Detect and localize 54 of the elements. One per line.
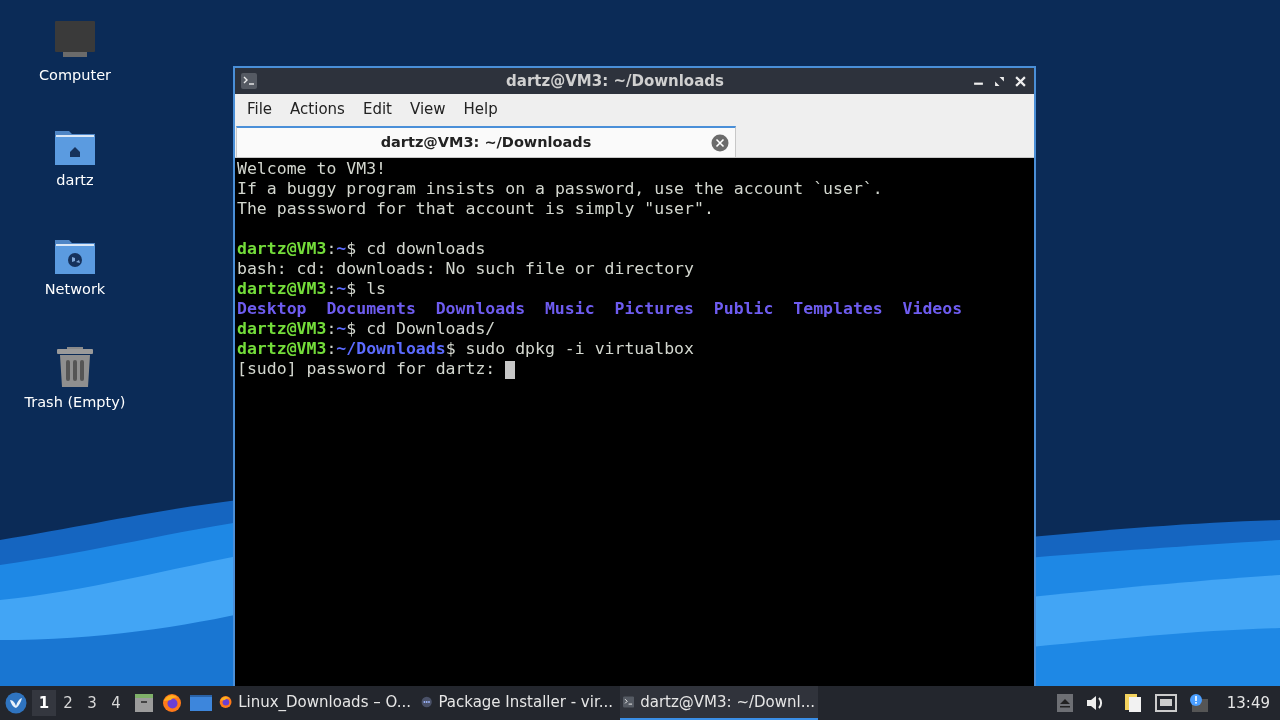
menu-item[interactable]: Edit bbox=[353, 97, 401, 121]
menu-item[interactable]: Help bbox=[454, 97, 507, 121]
volume-icon[interactable] bbox=[1084, 694, 1105, 712]
network-folder-icon[interactable] bbox=[55, 238, 95, 274]
maximize-icon[interactable] bbox=[994, 75, 1005, 87]
workspace-button[interactable]: 2 bbox=[56, 690, 80, 716]
directory-name: Documents bbox=[326, 299, 416, 319]
close-icon[interactable] bbox=[1015, 75, 1026, 87]
workspace-button[interactable]: 3 bbox=[80, 690, 104, 716]
menu-item[interactable]: File bbox=[238, 97, 282, 121]
directory-name: Music bbox=[544, 299, 595, 319]
terminal-line: dartz@VM3:~$ cd downloads bbox=[237, 239, 487, 259]
home-folder-icon[interactable] bbox=[55, 129, 95, 165]
text-cursor bbox=[505, 360, 516, 379]
desktop-icon-label[interactable]: Trash (Empty) bbox=[24, 393, 126, 412]
directory-name: Pictures bbox=[614, 299, 694, 319]
taskbar-task[interactable]: dartz@VM3: ~/Downl... bbox=[620, 686, 818, 720]
directory-name: Downloads bbox=[435, 299, 526, 319]
menu-item[interactable]: View bbox=[400, 97, 455, 121]
monitor-icon[interactable] bbox=[55, 20, 95, 60]
terminal-line: Welcome to VM3! bbox=[237, 159, 387, 179]
clipboard-icon[interactable] bbox=[1122, 693, 1143, 713]
file-cabinet-icon[interactable] bbox=[134, 693, 154, 713]
window-icon[interactable] bbox=[190, 694, 212, 712]
start-menu-icon[interactable] bbox=[5, 692, 27, 714]
terminal-line: dartz@VM3:~$ ls bbox=[237, 279, 388, 299]
terminal-line: The passsword for that account is simply "user". bbox=[237, 199, 715, 219]
terminal-line: dartz@VM3:~/Downloads$ sudo dpkg -i virtualbox bbox=[237, 339, 695, 359]
desktop-icon-label[interactable]: dartz bbox=[56, 171, 94, 190]
directory-name: Public bbox=[713, 299, 774, 319]
directory-name: Templates bbox=[793, 299, 883, 319]
workspace-button[interactable]: 4 bbox=[104, 690, 128, 716]
terminal-tab[interactable]: dartz@VM3: ~/Downloads bbox=[236, 126, 736, 157]
close-tab-icon[interactable] bbox=[711, 134, 729, 152]
window-title: dartz@VM3: ~/Downloads bbox=[505, 70, 725, 92]
clock[interactable]: 13:49 bbox=[1226, 691, 1270, 715]
menu-item[interactable]: Actions bbox=[281, 97, 354, 121]
browser-icon[interactable] bbox=[162, 693, 182, 713]
directory-name: Videos bbox=[902, 299, 963, 319]
taskbar-task[interactable]: Linux_Downloads – O... bbox=[216, 686, 414, 720]
notification-icon[interactable] bbox=[1188, 693, 1209, 713]
trash-icon[interactable] bbox=[55, 347, 95, 387]
terminal-line: [sudo] password for dartz: bbox=[237, 359, 1034, 379]
directory-name: Desktop bbox=[237, 299, 307, 319]
workspace-button[interactable]: 1 bbox=[32, 690, 56, 716]
eject-icon[interactable] bbox=[1056, 694, 1073, 712]
terminal-line: If a buggy program insists on a password, use the account `user`. bbox=[237, 179, 884, 199]
taskbar-task[interactable]: Package Installer - vir... bbox=[418, 686, 616, 720]
terminal-icon bbox=[241, 73, 257, 89]
desktop-icon-label[interactable]: Computer bbox=[38, 66, 112, 85]
desktop-icon-label[interactable]: Network bbox=[44, 280, 106, 299]
network-icon[interactable] bbox=[1154, 694, 1177, 712]
terminal-line: dartz@VM3:~$ cd Downloads/ bbox=[237, 319, 497, 339]
terminal-line: bash: cd: downloads: No such file or directory bbox=[237, 259, 695, 279]
